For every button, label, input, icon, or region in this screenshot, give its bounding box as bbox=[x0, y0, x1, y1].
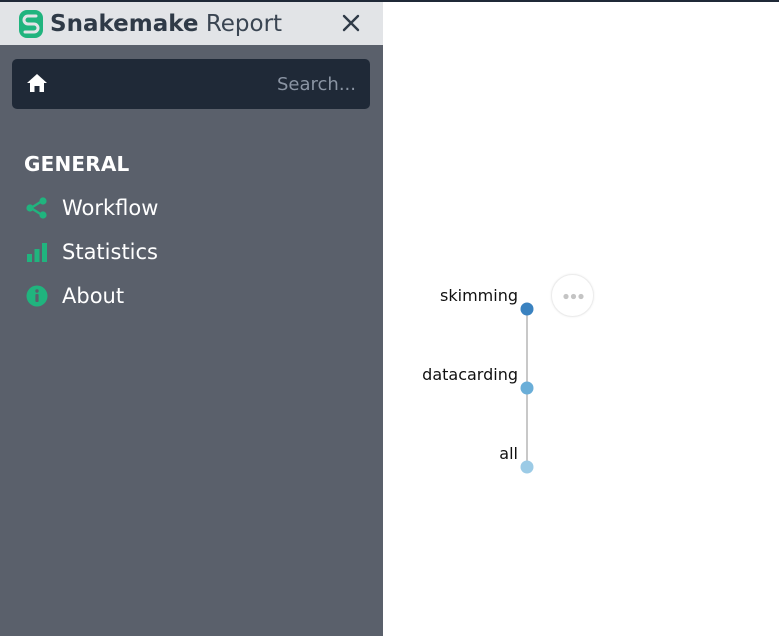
dag-node-label: datacarding bbox=[422, 365, 518, 384]
top-border bbox=[0, 0, 779, 2]
dag-node-label: skimming bbox=[440, 286, 518, 305]
dag-node-label: all bbox=[499, 444, 518, 463]
dag-node-datacarding[interactable] bbox=[520, 381, 534, 395]
dag-svg: skimming datacarding all bbox=[422, 286, 534, 474]
ellipsis-icon bbox=[563, 293, 584, 300]
dag-node-skimming[interactable] bbox=[520, 302, 534, 316]
more-options-button[interactable] bbox=[551, 274, 594, 317]
dag-node-all[interactable] bbox=[520, 460, 534, 474]
